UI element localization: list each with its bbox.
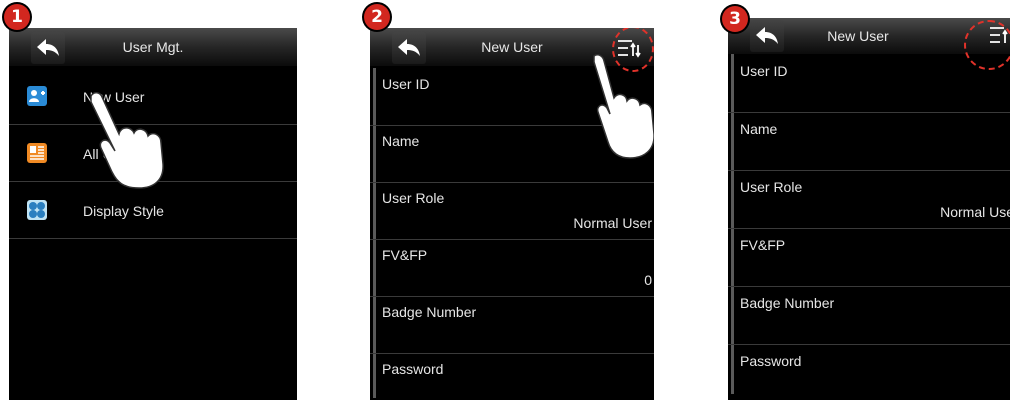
field-label: User Role [382,190,445,206]
step-number-badge: 1 [4,4,30,30]
field-value: 0 [644,272,652,288]
field-label: FV&FP [740,237,786,253]
screen-user-mgt: User Mgt. New User All Users Display Sty… [9,28,297,400]
screen-new-user-step3: New User User ID Name User Role Normal U… [728,18,1010,400]
pointing-hand-icon [90,92,164,189]
field-label: Name [382,133,420,149]
field-badge-number[interactable]: Badge Number [370,296,654,354]
field-fv-fp[interactable]: FV&FP [728,229,1010,287]
field-label: User ID [382,76,430,92]
field-label: User Role [740,179,803,195]
field-value: Normal User [573,215,652,231]
menu-item-label: Display Style [83,203,164,219]
field-badge-number[interactable]: Badge Number [728,287,1010,345]
field-label: Password [382,361,444,377]
field-label: Password [740,353,802,369]
field-password[interactable]: Password [370,353,654,400]
field-password[interactable]: Password [728,345,1010,400]
add-user-icon [27,86,47,106]
page-title: User Mgt. [122,39,184,55]
field-label: Name [740,121,778,137]
field-fv-fp[interactable]: FV&FP 0 [370,239,654,297]
screen-new-user-step2: New User User ID Name User Role Normal U… [370,28,654,400]
field-label: Badge Number [740,295,835,311]
step-number-badge: 3 [722,6,748,32]
field-name[interactable]: Name [728,113,1010,171]
user-list-icon [27,143,47,163]
field-label: User ID [740,63,788,79]
field-user-id[interactable]: User ID [728,55,1010,113]
step-number-badge: 2 [364,4,390,30]
pointing-hand-icon [593,54,654,159]
field-user-role[interactable]: User Role Normal User [370,182,654,240]
field-label: FV&FP [382,247,428,263]
title-bar: User Mgt. [9,28,297,66]
field-label: Badge Number [382,304,477,320]
field-user-role[interactable]: User Role Normal Use [728,171,1010,229]
display-style-icon [27,200,47,220]
field-value: Normal Use [940,204,1010,220]
